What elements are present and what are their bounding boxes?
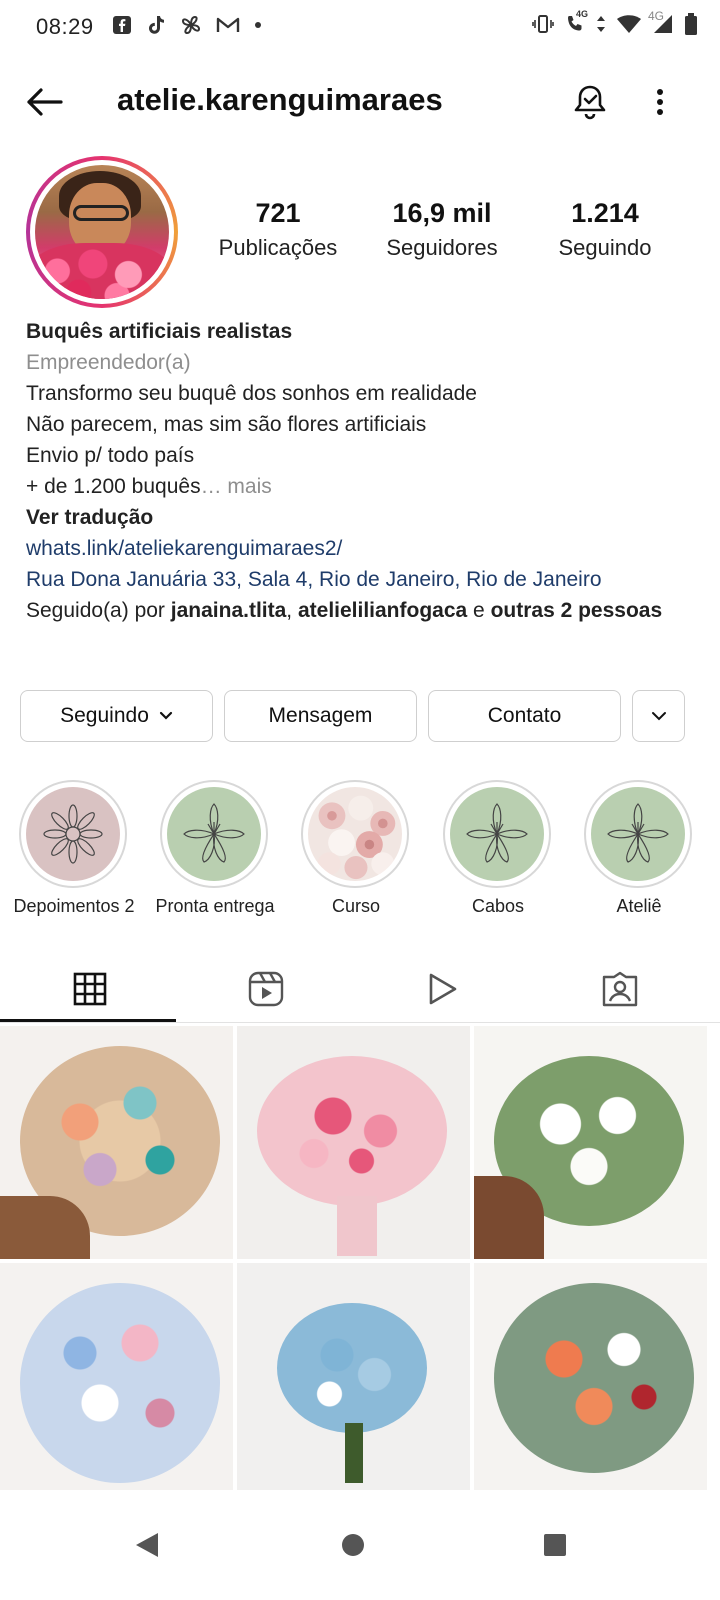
network-label-call: 4G: [576, 9, 589, 19]
profile-avatar[interactable]: [26, 156, 178, 308]
chevron-down-icon: [651, 712, 666, 721]
followers-count: 16,9 mil: [392, 198, 492, 228]
back-button[interactable]: [22, 82, 66, 122]
bell-check-icon: [574, 85, 606, 120]
website-link[interactable]: whats.link/ateliekarenguimaraes2/: [26, 533, 706, 564]
post-thumbnail[interactable]: [237, 1026, 470, 1259]
profile-tabs: [0, 955, 720, 1023]
highlight-label: Pronta entrega: [155, 896, 275, 916]
profile-bio: Buquês artificiais realistas Empreendedo…: [26, 316, 706, 626]
roses-photo: [308, 787, 402, 881]
bio-more-link[interactable]: mais: [227, 475, 271, 498]
highlight-pronta-entrega[interactable]: Pronta entrega: [155, 780, 275, 916]
battery-icon: [684, 12, 698, 36]
post-thumbnail[interactable]: [0, 1263, 233, 1496]
highlight-label: Cabos: [471, 896, 525, 916]
system-icons: 4G 4G: [532, 9, 698, 36]
posts-label: Publicações: [218, 235, 338, 260]
posts-count: 721: [255, 198, 301, 228]
status-time: 08:29: [36, 14, 94, 39]
notifications-bell-button[interactable]: [568, 80, 612, 124]
network-label: 4G: [648, 9, 665, 23]
following-button-label: Seguindo: [60, 704, 149, 727]
stat-posts[interactable]: 721 Publicações: [208, 198, 348, 261]
contact-button[interactable]: Contato: [428, 690, 621, 742]
volte-call-icon: 4G: [564, 9, 588, 35]
signal-icon: 4G: [648, 9, 674, 35]
lily-drawing-icon: [591, 787, 685, 881]
tab-reels[interactable]: [176, 955, 356, 1023]
followers-label: Seguidores: [386, 235, 498, 260]
lily-drawing-icon: [450, 787, 544, 881]
message-button-label: Mensagem: [268, 704, 373, 727]
see-translation-link[interactable]: Ver tradução: [26, 502, 706, 533]
system-home-button[interactable]: [318, 1510, 388, 1580]
post-thumbnail[interactable]: [0, 1026, 233, 1259]
back-triangle-icon: [136, 1533, 158, 1557]
chevron-down-icon: [159, 711, 172, 720]
following-label: Seguindo: [558, 235, 652, 260]
highlight-label: Curso: [331, 896, 381, 916]
notification-icons: [112, 14, 262, 36]
highlight-cabos[interactable]: Cabos: [443, 780, 553, 916]
highlight-depoimentos[interactable]: Depoimentos 2: [13, 780, 135, 916]
tiktok-icon: [146, 14, 166, 36]
grid-icon: [73, 972, 107, 1006]
message-button[interactable]: Mensagem: [224, 690, 417, 742]
data-arrows-icon: [596, 14, 606, 34]
lily-drawing-icon: [167, 787, 261, 881]
post-thumbnail[interactable]: [474, 1026, 707, 1259]
profile-username: atelie.karenguimaraes: [117, 82, 443, 117]
facebook-icon: [112, 15, 132, 35]
bio-line: Transformo seu buquê dos sonhos em reali…: [26, 382, 477, 405]
recents-square-icon: [544, 1534, 566, 1556]
post-thumbnail[interactable]: [237, 1263, 470, 1496]
following-button[interactable]: Seguindo: [20, 690, 213, 742]
active-tab-indicator: [0, 1019, 176, 1022]
profile-category: Empreendedor(a): [26, 351, 191, 374]
stat-following[interactable]: 1.214 Seguindo: [540, 198, 670, 261]
video-play-icon: [429, 973, 457, 1005]
vibrate-icon: [532, 14, 554, 34]
daisy-drawing-icon: [26, 787, 120, 881]
gmail-icon: [216, 16, 240, 34]
highlight-atelie[interactable]: Ateliê: [584, 780, 694, 916]
suggested-accounts-button[interactable]: [632, 690, 685, 742]
tab-videos[interactable]: [352, 955, 532, 1023]
bio-line-truncated: + de 1.200 buquês… mais: [26, 475, 272, 498]
contact-button-label: Contato: [487, 704, 562, 727]
dot-icon: [254, 21, 262, 29]
tab-tagged[interactable]: [530, 955, 710, 1023]
bio-line: Não parecem, mas sim são flores artifici…: [26, 413, 427, 436]
status-bar: 08:29 4G 4G: [0, 0, 720, 54]
highlight-label: Depoimentos 2: [13, 896, 135, 916]
pinwheel-icon: [180, 14, 202, 36]
stat-followers[interactable]: 16,9 mil Seguidores: [372, 198, 512, 261]
followed-by-text[interactable]: Seguido(a) por janaina.tlita, atelielili…: [26, 595, 706, 626]
reels-icon: [248, 971, 284, 1007]
wifi-icon: [616, 14, 642, 34]
profile-header: atelie.karenguimaraes: [0, 66, 720, 136]
avatar-photo: [35, 165, 169, 299]
system-recents-button[interactable]: [520, 1510, 590, 1580]
highlight-label: Ateliê: [616, 896, 662, 916]
highlight-curso[interactable]: Curso: [301, 780, 411, 916]
profile-name: Buquês artificiais realistas: [26, 320, 293, 343]
more-options-button[interactable]: [648, 80, 672, 124]
bio-line: Envio p/ todo país: [26, 444, 195, 467]
following-count: 1.214: [571, 198, 639, 228]
kebab-menu-icon: [657, 89, 663, 115]
tab-posts-grid[interactable]: [0, 955, 180, 1023]
system-nav-bar: [0, 1490, 720, 1600]
tagged-person-icon: [602, 971, 638, 1007]
back-arrow-icon: [27, 88, 63, 116]
post-thumbnail[interactable]: [474, 1263, 707, 1496]
address-link[interactable]: Rua Dona Januária 33, Sala 4, Rio de Jan…: [26, 564, 706, 595]
system-back-button[interactable]: [112, 1510, 182, 1580]
home-circle-icon: [342, 1534, 364, 1556]
